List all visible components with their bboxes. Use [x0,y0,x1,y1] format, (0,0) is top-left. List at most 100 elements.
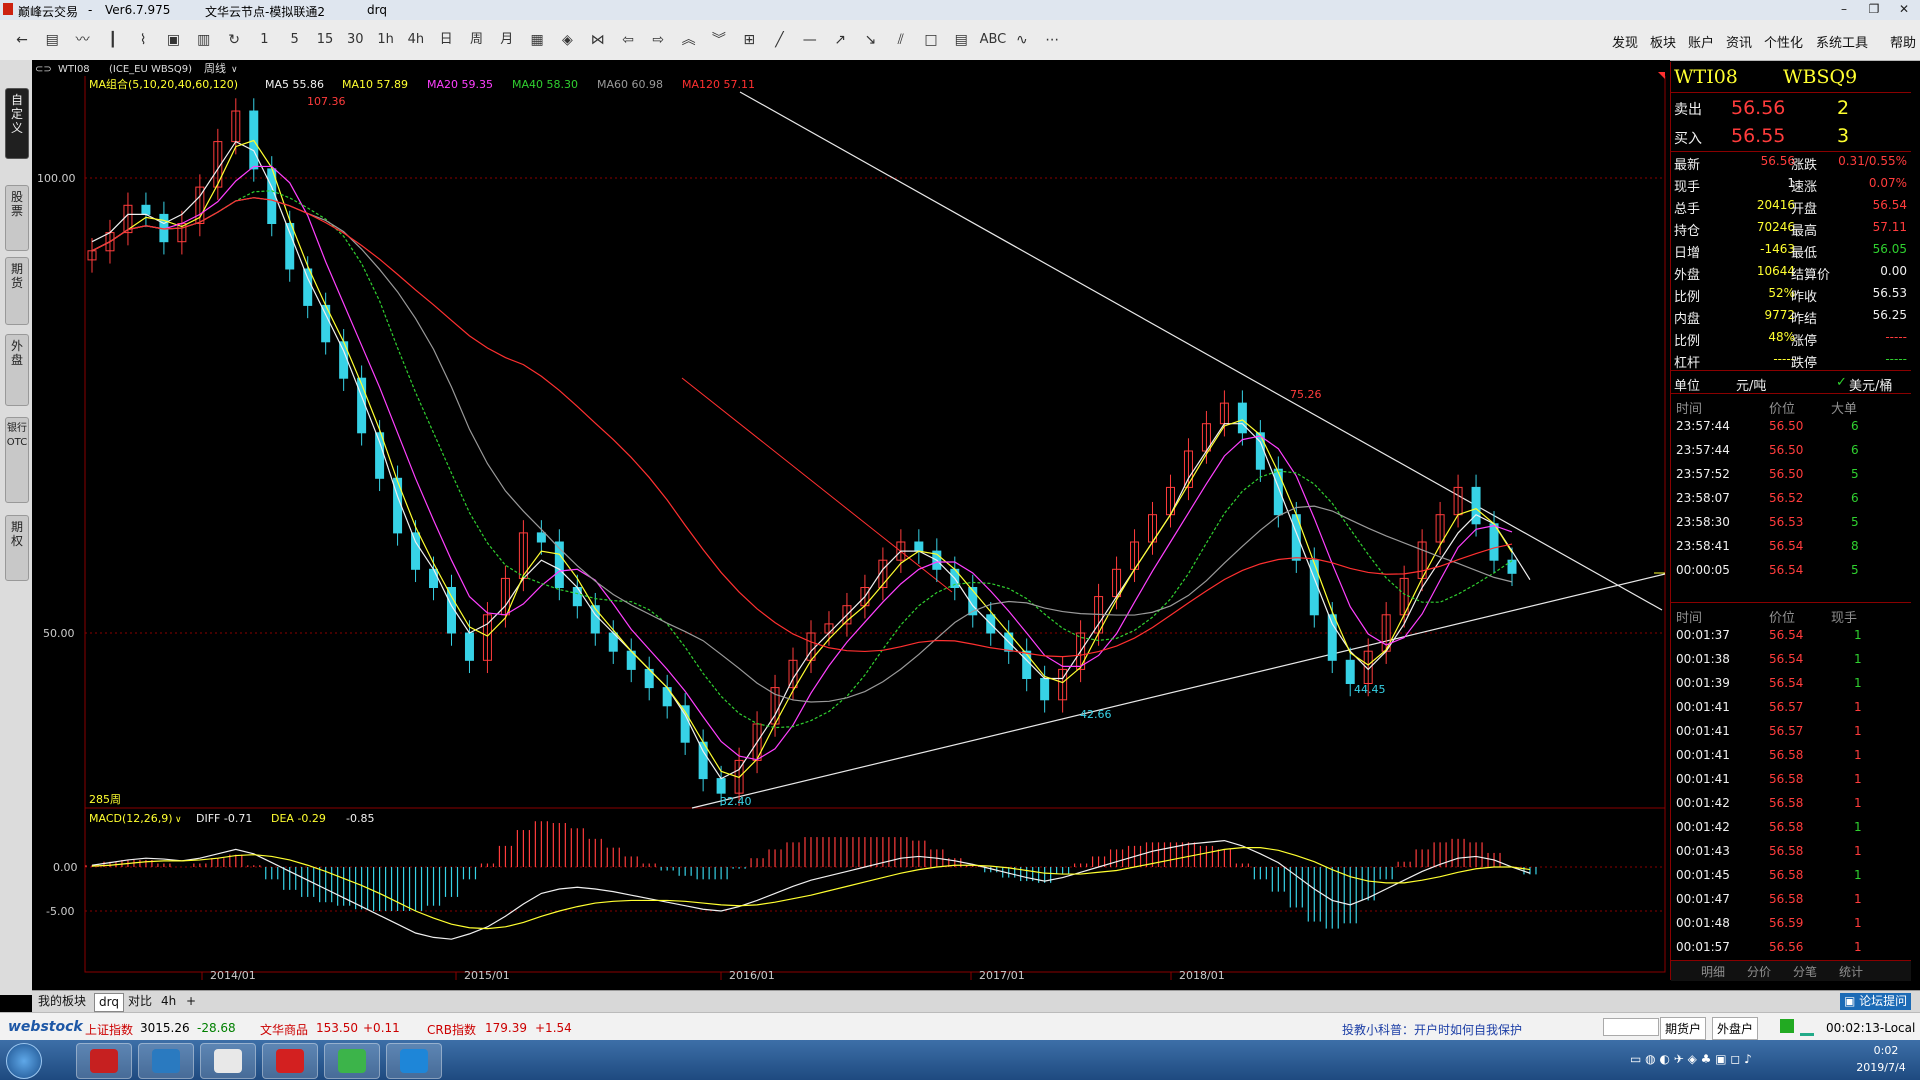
kline-icon[interactable]: ┃ [101,30,125,50]
futures-account-button[interactable]: 期货户 [1660,1017,1707,1040]
rect-icon[interactable]: □ [919,30,943,50]
close-icon[interactable]: ✕ [1890,2,1918,18]
draw-line-icon[interactable]: ╱ [768,30,792,50]
tick-price: 56.54 [1769,676,1804,690]
tick-time: 00:01:57 [1676,940,1730,954]
down-ray-icon[interactable]: ↘ [858,30,882,50]
tick-time: 00:01:41 [1676,700,1730,714]
bottom-tab-1[interactable]: drq [94,993,124,1012]
wh-index-label[interactable]: 文华商品 [260,1021,308,1038]
menu-0[interactable]: 发现 [1612,32,1638,51]
period-5-icon[interactable]: 5 [283,30,307,50]
unit-usd-option[interactable]: 美元/桶 [1849,375,1892,394]
symbol-tag: WTI08 [58,64,90,75]
period-4h-icon[interactable]: 4h [404,30,428,50]
ff-app[interactable] [262,1043,318,1079]
tick-time: 00:01:38 [1676,652,1730,666]
menu-5[interactable]: 系统工具 [1816,32,1868,51]
period-30-icon[interactable]: 30 [343,30,367,50]
chart-link-icon[interactable]: ⊂⊃ [35,64,52,75]
period-day-icon[interactable]: 日 [434,30,458,50]
chrome-app[interactable] [200,1043,256,1079]
title-bar: 巅峰云交易 - Ver6.7.975 文华云节点-模拟联通2 drq – ❐ ✕ [0,0,1920,20]
feather-app[interactable] [138,1043,194,1079]
left-tab-2[interactable]: 期货 [5,257,29,325]
kline-chart[interactable]: ⊂⊃ WTI08 (ICE_EU WBSQ9) 周线 ∨ MA组合(5,10,2… [32,60,1670,980]
period-month-icon[interactable]: 月 [495,30,519,50]
tick-volume: 1 [1854,844,1862,858]
crb-index-label[interactable]: CRB指数 [427,1021,476,1038]
quote-panel: WTI08 WBSQ9 卖出 56.56 2 买入 56.55 3 最新 56.5… [1670,62,1911,981]
forum-question-button[interactable]: ▣ 论坛提问 [1840,993,1912,1010]
bottom-tab-2[interactable]: 对比 [124,993,156,1010]
candle [357,377,367,434]
zoom-out-icon[interactable]: ⋈ [586,30,610,50]
scroll-left-icon[interactable]: ⇦ [616,30,640,50]
period-week-icon[interactable]: 周 [465,30,489,50]
line-chart-icon[interactable]: 〰 [71,30,95,50]
wh6-app[interactable] [76,1043,132,1079]
more-icon[interactable]: ⋯ [1040,30,1064,50]
left-tab-4[interactable]: 银行OTC [5,417,29,503]
scroll-right-icon[interactable]: ⇨ [646,30,670,50]
resistance-trendline[interactable] [739,91,1663,611]
ma-group-label[interactable]: MA组合(5,10,20,40,60,120) [89,77,238,91]
fenshi-icon[interactable]: ⌇ [131,30,155,50]
menu-4[interactable]: 个性化 [1764,32,1803,51]
period-1h-icon[interactable]: 1h [374,30,398,50]
abc-text-icon[interactable]: ABC [980,30,1007,50]
period-15-icon[interactable]: 15 [313,30,337,50]
refresh-icon[interactable]: ↻ [222,30,246,50]
channel-icon[interactable]: ▤ [949,30,973,50]
code-input[interactable] [1603,1018,1659,1036]
blue-t-app[interactable] [386,1043,442,1079]
macd-title[interactable]: MACD(12,26,9) [89,812,173,825]
ray-icon[interactable]: ↗ [828,30,852,50]
calculator-icon[interactable]: ▦ [525,30,549,50]
chevron-down-icon[interactable]: ∨ [231,65,238,75]
annotation-high-107: 107.36 [307,95,346,108]
detail-tab-3[interactable]: 统计 [1839,963,1863,980]
back-arrow-icon[interactable]: ← [10,30,34,50]
tick-volume: 1 [1854,940,1862,954]
left-tab-1[interactable]: 股票 [5,185,29,251]
bottom-tab-4[interactable]: + [182,993,200,1010]
outer-account-button[interactable]: 外盘户 [1712,1017,1759,1040]
zoom-in-icon[interactable]: ◈ [555,30,579,50]
layout-icon[interactable]: ⊞ [737,30,761,50]
wave-icon[interactable]: ∿ [1010,30,1034,50]
tick-volume: 1 [1854,868,1862,882]
period-select[interactable]: 周线 [204,61,226,75]
bottom-tab-3[interactable]: 4h [157,993,180,1010]
unit-cny-option[interactable]: 元/吨 [1736,375,1766,394]
arrow-down-icon[interactable]: ︾ [707,30,731,50]
investor-tip-link[interactable]: 投教小科普：开户时如何自我保护 [1342,1021,1522,1038]
detail-tab-2[interactable]: 分笔 [1793,963,1817,980]
period-1-icon[interactable]: 1 [252,30,276,50]
detail-tab-1[interactable]: 分价 [1747,963,1771,980]
start-button-icon[interactable] [6,1043,42,1079]
left-tab-0[interactable]: 自定义 [5,88,29,159]
arrow-up-icon[interactable]: ︽ [677,30,701,50]
sh-index-label[interactable]: 上证指数 [85,1021,133,1038]
tick-time: 00:01:39 [1676,676,1730,690]
hline-icon[interactable]: — [798,30,822,50]
menu-2[interactable]: 账户 [1688,32,1714,51]
save-icon[interactable]: ▥ [192,30,216,50]
minimize-icon[interactable]: – [1830,2,1858,18]
wechat-app[interactable] [324,1043,380,1079]
account-icon[interactable]: ▣ [162,30,186,50]
parallel-icon[interactable]: ⫽ [889,30,913,50]
restore-icon[interactable]: ❐ [1860,2,1888,18]
left-tab-5[interactable]: 期权 [5,515,29,581]
ytick-price-50: 50.00 [43,627,75,640]
red-drawn-line[interactable] [681,377,953,593]
macd-chevron-icon[interactable]: ∨ [175,815,182,825]
bottom-tab-0[interactable]: 我的板块 [34,993,90,1010]
left-tab-3[interactable]: 外盘 [5,334,29,406]
quote-table-icon[interactable]: ▤ [40,30,64,50]
detail-tab-0[interactable]: 明细 [1701,963,1725,980]
menu-6[interactable]: 帮助 [1890,32,1916,51]
menu-3[interactable]: 资讯 [1726,32,1752,51]
menu-1[interactable]: 板块 [1650,32,1676,51]
